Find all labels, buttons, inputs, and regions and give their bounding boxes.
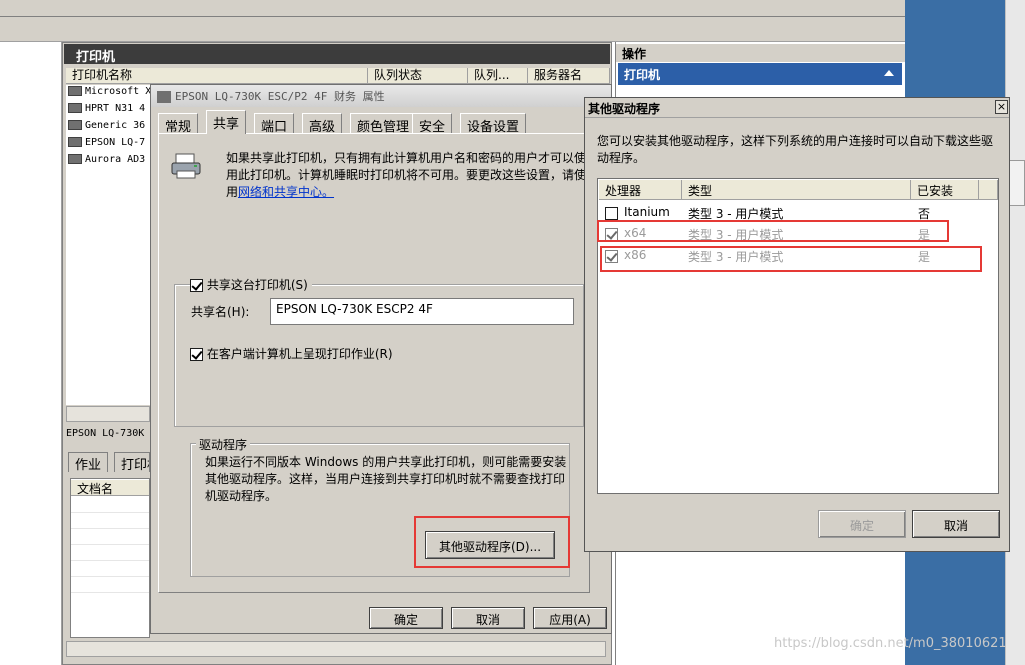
render-jobs-label: 在客户端计算机上呈现打印作业(R) bbox=[206, 347, 393, 361]
highlight-other-drivers bbox=[414, 516, 570, 568]
toolbar-divider bbox=[0, 16, 905, 17]
printer-icon bbox=[157, 91, 171, 103]
tab-sharing[interactable]: 共享 bbox=[206, 110, 247, 134]
drivers-description: 如果运行不同版本 Windows 的用户共享此打印机，则可能需要安装其他驱动程序… bbox=[205, 455, 567, 503]
printer-icon bbox=[68, 103, 82, 113]
grid-line bbox=[71, 560, 149, 561]
drivers-group-label: 驱动程序 bbox=[196, 436, 251, 453]
render-jobs-checkbox[interactable] bbox=[190, 348, 203, 361]
column-queue-status[interactable]: 队列状态 bbox=[368, 68, 468, 84]
highlight-x86-row bbox=[600, 246, 982, 272]
actions-printers-header[interactable]: 打印机 bbox=[618, 63, 902, 85]
other-drivers-title: 其他驱动程序 bbox=[588, 102, 661, 116]
column-queue[interactable]: 队列... bbox=[468, 68, 528, 84]
tab-advanced[interactable]: 高级 bbox=[302, 113, 343, 135]
printer-icon bbox=[68, 120, 82, 130]
column-installed[interactable]: 已安装 bbox=[911, 180, 979, 200]
list-horizontal-scrollbar[interactable] bbox=[66, 406, 150, 422]
navigation-pane bbox=[0, 42, 62, 665]
tab-color-management[interactable]: 颜色管理 bbox=[350, 113, 417, 135]
grid-line bbox=[71, 576, 149, 577]
tab-device-settings[interactable]: 设备设置 bbox=[460, 113, 527, 135]
drivers-ok-button[interactable]: 确定 bbox=[818, 510, 906, 538]
printer-icon bbox=[68, 137, 82, 147]
printer-list-item[interactable]: Generic 36 bbox=[68, 120, 150, 136]
column-server-name[interactable]: 服务器名 bbox=[528, 68, 610, 84]
printer-list-item[interactable]: HPRT N31 4 bbox=[68, 103, 150, 119]
properties-title: EPSON LQ-730K ESC/P2 4F 财务 属性 bbox=[175, 90, 385, 103]
drivers-cancel-button[interactable]: 取消 bbox=[912, 510, 1000, 538]
share-printer-label: 共享这台打印机(S) bbox=[206, 278, 308, 292]
printer-icon bbox=[68, 154, 82, 164]
tab-printer[interactable]: 打印机 bbox=[114, 452, 150, 472]
itanium-checkbox[interactable] bbox=[605, 207, 618, 220]
ok-button[interactable]: 确定 bbox=[369, 607, 443, 629]
share-printer-checkbox[interactable] bbox=[190, 279, 203, 292]
printer-list-item[interactable]: Microsoft XPS bbox=[68, 86, 150, 102]
printer-panel-title: 打印机 bbox=[64, 44, 610, 65]
share-name-input[interactable]: EPSON LQ-730K ESCP2 4F bbox=[270, 298, 574, 325]
document-list bbox=[70, 478, 150, 638]
printer-icon bbox=[68, 86, 82, 96]
collapse-icon[interactable] bbox=[884, 70, 894, 76]
grid-line bbox=[71, 528, 149, 529]
render-jobs-row[interactable]: 在客户端计算机上呈现打印作业(R) bbox=[190, 345, 393, 362]
tab-jobs[interactable]: 作业 bbox=[68, 452, 109, 473]
highlight-x64-row bbox=[597, 220, 949, 242]
column-document-name[interactable]: 文档名 bbox=[71, 480, 149, 496]
close-icon[interactable]: × bbox=[995, 100, 1008, 114]
column-printer-name[interactable]: 打印机名称 bbox=[66, 68, 368, 84]
grid-line bbox=[71, 544, 149, 545]
column-type[interactable]: 类型 bbox=[682, 180, 911, 200]
tab-ports[interactable]: 端口 bbox=[254, 113, 295, 135]
grid-line bbox=[71, 512, 149, 513]
sharing-info-text: 如果共享此打印机，只有拥有此计算机用户名和密码的用户才可以使用此打印机。计算机睡… bbox=[226, 150, 586, 201]
printer-list-item[interactable]: EPSON LQ-7 bbox=[68, 137, 150, 153]
grid-line bbox=[71, 592, 149, 593]
bottom-horizontal-scrollbar[interactable] bbox=[66, 641, 606, 657]
apply-button[interactable]: 应用(A) bbox=[533, 607, 607, 629]
cancel-button[interactable]: 取消 bbox=[451, 607, 525, 629]
driver-row-itanium[interactable]: Itanium 类型 3 - 用户模式 否 bbox=[600, 202, 996, 222]
tab-general[interactable]: 常规 bbox=[158, 113, 199, 135]
column-processor[interactable]: 处理器 bbox=[599, 180, 682, 200]
app-toolbar-area bbox=[0, 0, 905, 42]
column-filler bbox=[979, 180, 998, 200]
share-name-label: 共享名(H): bbox=[191, 305, 250, 319]
actions-title: 操作 bbox=[616, 44, 905, 62]
printer-list-item[interactable]: Aurora AD3 bbox=[68, 154, 150, 170]
selected-printer-title: EPSON LQ-730K bbox=[66, 428, 145, 439]
watermark: https://blog.csdn.net/m0_38010621 bbox=[774, 636, 1007, 651]
other-drivers-description: 您可以安装其他驱动程序，这样下列系统的用户连接时可以自动下载这些驱动程序。 bbox=[597, 134, 994, 165]
share-printer-row[interactable]: 共享这台打印机(S) bbox=[190, 276, 312, 293]
actions-printers-label: 打印机 bbox=[624, 68, 661, 82]
network-sharing-center-link[interactable]: 网络和共享中心。 bbox=[238, 185, 334, 199]
properties-title-bar[interactable]: EPSON LQ-730K ESC/P2 4F 财务 属性 bbox=[151, 85, 611, 107]
processor-name: Itanium bbox=[624, 205, 670, 219]
shared-printer-icon bbox=[171, 153, 201, 179]
tab-security[interactable]: 安全 bbox=[412, 113, 453, 135]
other-drivers-title-bar[interactable]: 其他驱动程序 bbox=[585, 98, 1009, 118]
